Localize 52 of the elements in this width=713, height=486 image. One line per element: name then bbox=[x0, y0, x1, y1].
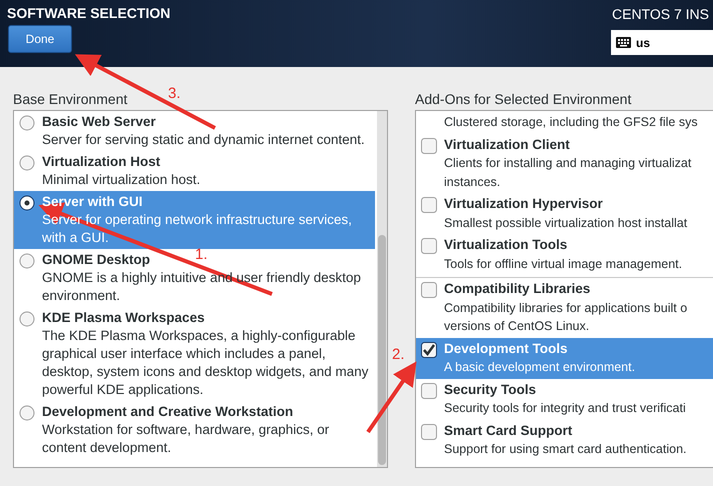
option-description: Server for serving static and dynamic internet content. bbox=[42, 131, 365, 149]
radio-button[interactable] bbox=[19, 405, 35, 421]
option-name: Development Tools bbox=[444, 340, 568, 358]
option-description: Clients for installing and managing virtualizat bbox=[444, 155, 692, 172]
selected-option-row[interactable]: Development Tools A basic development environment. bbox=[416, 338, 713, 378]
checkbox[interactable] bbox=[421, 197, 437, 213]
checkbox[interactable] bbox=[421, 342, 437, 358]
option-description: Tools for offline virtual image management. bbox=[444, 256, 682, 273]
option-name: Virtualization Client bbox=[444, 136, 570, 154]
option-description: Support for using smart card authentication. bbox=[444, 441, 686, 458]
option-name: Server with GUI bbox=[42, 193, 143, 211]
section-heading: Add-Ons for Selected Environment bbox=[415, 90, 632, 109]
option-description: Smallest possible virtualization host installat bbox=[444, 214, 688, 232]
option-name: Compatibility Libraries bbox=[444, 280, 590, 298]
scrollbar-thumb[interactable] bbox=[378, 235, 386, 465]
annotation-number: 3. bbox=[168, 84, 181, 104]
option-description: Security tools for integrity and trust verificati bbox=[444, 400, 686, 417]
checkbox[interactable] bbox=[421, 238, 437, 254]
option-name: GNOME Desktop bbox=[42, 251, 150, 269]
annotation-number: 2. bbox=[392, 345, 405, 365]
option-name: Smart Card Support bbox=[444, 422, 572, 440]
radio-button[interactable] bbox=[19, 253, 35, 269]
option-name: KDE Plasma Workspaces bbox=[42, 309, 205, 327]
radio-button[interactable] bbox=[19, 311, 35, 327]
option-name: Virtualization Tools bbox=[444, 236, 568, 254]
keyboard-layout-value: us bbox=[636, 34, 650, 52]
section-heading: Base Environment bbox=[13, 90, 128, 109]
option-name: Basic Web Server bbox=[42, 113, 156, 131]
option-name: Security Tools bbox=[444, 380, 536, 399]
option-description: The KDE Plasma Workspaces, a highly-configurable graphical user interface which includes a panel, desktop, system icons and desktop widgets, and many powerful KDE applications. bbox=[42, 327, 370, 399]
page-title: SOFTWARE SELECTION bbox=[7, 4, 170, 23]
checkbox[interactable] bbox=[421, 424, 437, 440]
option-description: versions of CentOS Linux. bbox=[444, 318, 590, 335]
option-description: Workstation for software, hardware, graphics, or content development. bbox=[42, 421, 330, 457]
radio-button[interactable] bbox=[19, 155, 35, 171]
done-button[interactable]: Done bbox=[8, 25, 72, 53]
radio-button[interactable] bbox=[19, 115, 35, 131]
option-description: Compatibility libraries for applications built o bbox=[444, 300, 688, 317]
option-name: Virtualization Host bbox=[42, 153, 160, 171]
product-title: CENTOS 7 INS bbox=[612, 5, 709, 24]
option-description: Clustered storage, including the GFS2 file sys bbox=[444, 114, 698, 131]
option-description: Minimal virtualization host. bbox=[42, 171, 200, 189]
checkbox[interactable] bbox=[421, 282, 437, 298]
option-name: Virtualization Hypervisor bbox=[444, 195, 603, 213]
checkbox[interactable] bbox=[421, 382, 437, 398]
option-description: A basic development environment. bbox=[444, 359, 636, 376]
option-description: instances. bbox=[444, 174, 500, 190]
checkbox[interactable] bbox=[421, 138, 437, 154]
radio-button[interactable] bbox=[19, 195, 35, 211]
keyboard-layout-field[interactable]: us bbox=[611, 30, 713, 55]
option-name: Development and Creative Workstation bbox=[42, 403, 294, 421]
keyboard-icon bbox=[616, 37, 631, 48]
